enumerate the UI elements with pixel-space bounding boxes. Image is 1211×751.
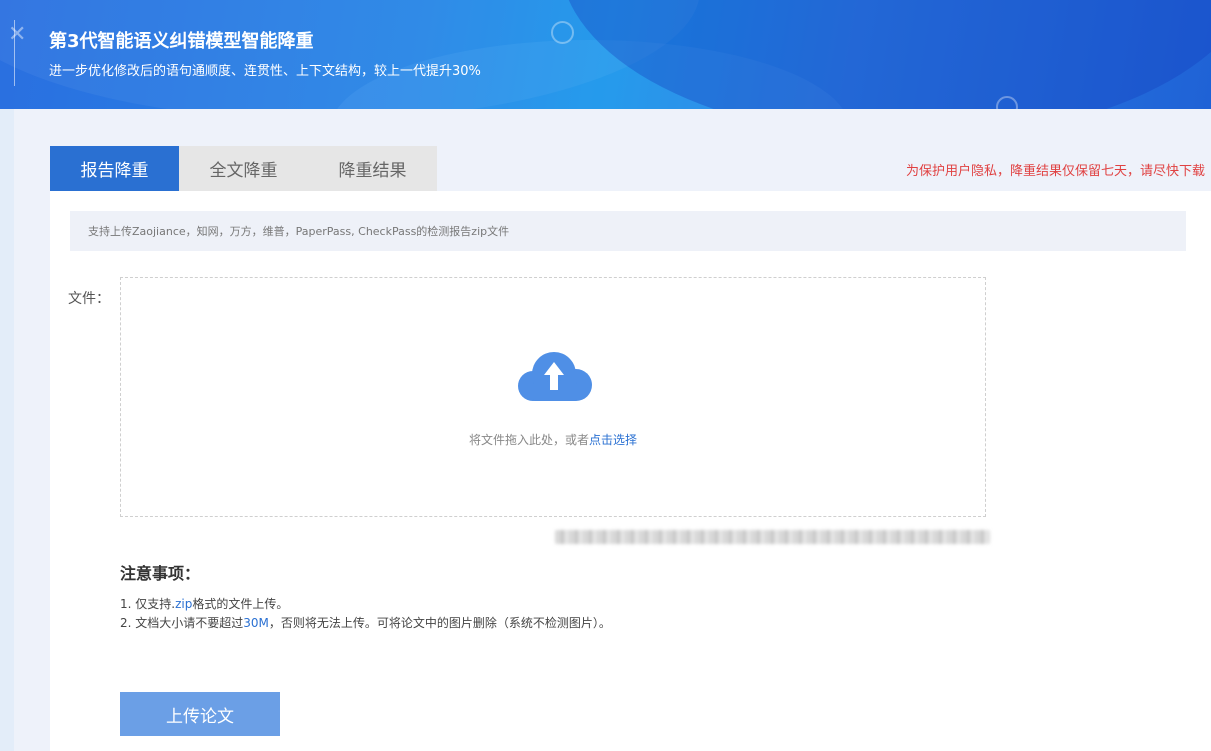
supported-formats-notice: 支持上传Zaojiance，知网，万方，维普，PaperPass, CheckP…: [70, 211, 1186, 251]
note-item-1: 1. 仅支持.zip格式的文件上传。: [120, 595, 288, 612]
notes-title: 注意事项：: [120, 564, 201, 583]
choose-file-link[interactable]: 点击选择: [589, 433, 637, 447]
note-text: 格式的文件上传。: [192, 597, 289, 611]
note-text: 1. 仅支持.: [120, 597, 176, 611]
blurred-text: [555, 530, 990, 544]
note-text: ，否则将无法上传。可将论文中的图片删除（系统不检测图片）。: [268, 616, 611, 630]
left-strip: [0, 109, 14, 751]
drop-text: 将文件拖入此处，或者: [468, 433, 589, 447]
file-dropzone[interactable]: 将文件拖入此处，或者点击选择: [120, 277, 986, 517]
upload-paper-button[interactable]: 上传论文: [120, 692, 280, 736]
page-subtitle: 进一步优化修改后的语句通顺度、连贯性、上下文结构，较上一代提升30%: [49, 64, 481, 79]
tab-bar: 报告降重 全文降重 降重结果: [50, 146, 437, 191]
file-label: 文件：: [68, 291, 110, 307]
ring-decoration-icon: [551, 21, 574, 44]
header-banner: ✕ 第3代智能语义纠错模型智能降重 进一步优化修改后的语句通顺度、连贯性、上下文…: [0, 0, 1211, 109]
note-highlight: 30M: [243, 616, 269, 630]
note-text: 2. 文档大小请不要超过: [120, 616, 244, 630]
upload-panel: 支持上传Zaojiance，知网，万方，维普，PaperPass, CheckP…: [50, 191, 1211, 751]
tab-fulltext-reduce[interactable]: 全文降重: [179, 146, 308, 191]
note-item-2: 2. 文档大小请不要超过30M，否则将无法上传。可将论文中的图片删除（系统不检测…: [120, 614, 611, 631]
note-highlight: zip: [175, 597, 193, 611]
sparkle-icon: ✕: [8, 22, 27, 47]
privacy-note: 为保护用户隐私，降重结果仅保留七天，请尽快下载: [905, 164, 1205, 179]
tab-report-reduce[interactable]: 报告降重: [50, 146, 179, 191]
drop-instructions: 将文件拖入此处，或者点击选择: [121, 431, 985, 448]
cloud-upload-icon: [518, 352, 592, 401]
tab-reduce-result[interactable]: 降重结果: [308, 146, 437, 191]
page-title: 第3代智能语义纠错模型智能降重: [49, 31, 314, 52]
